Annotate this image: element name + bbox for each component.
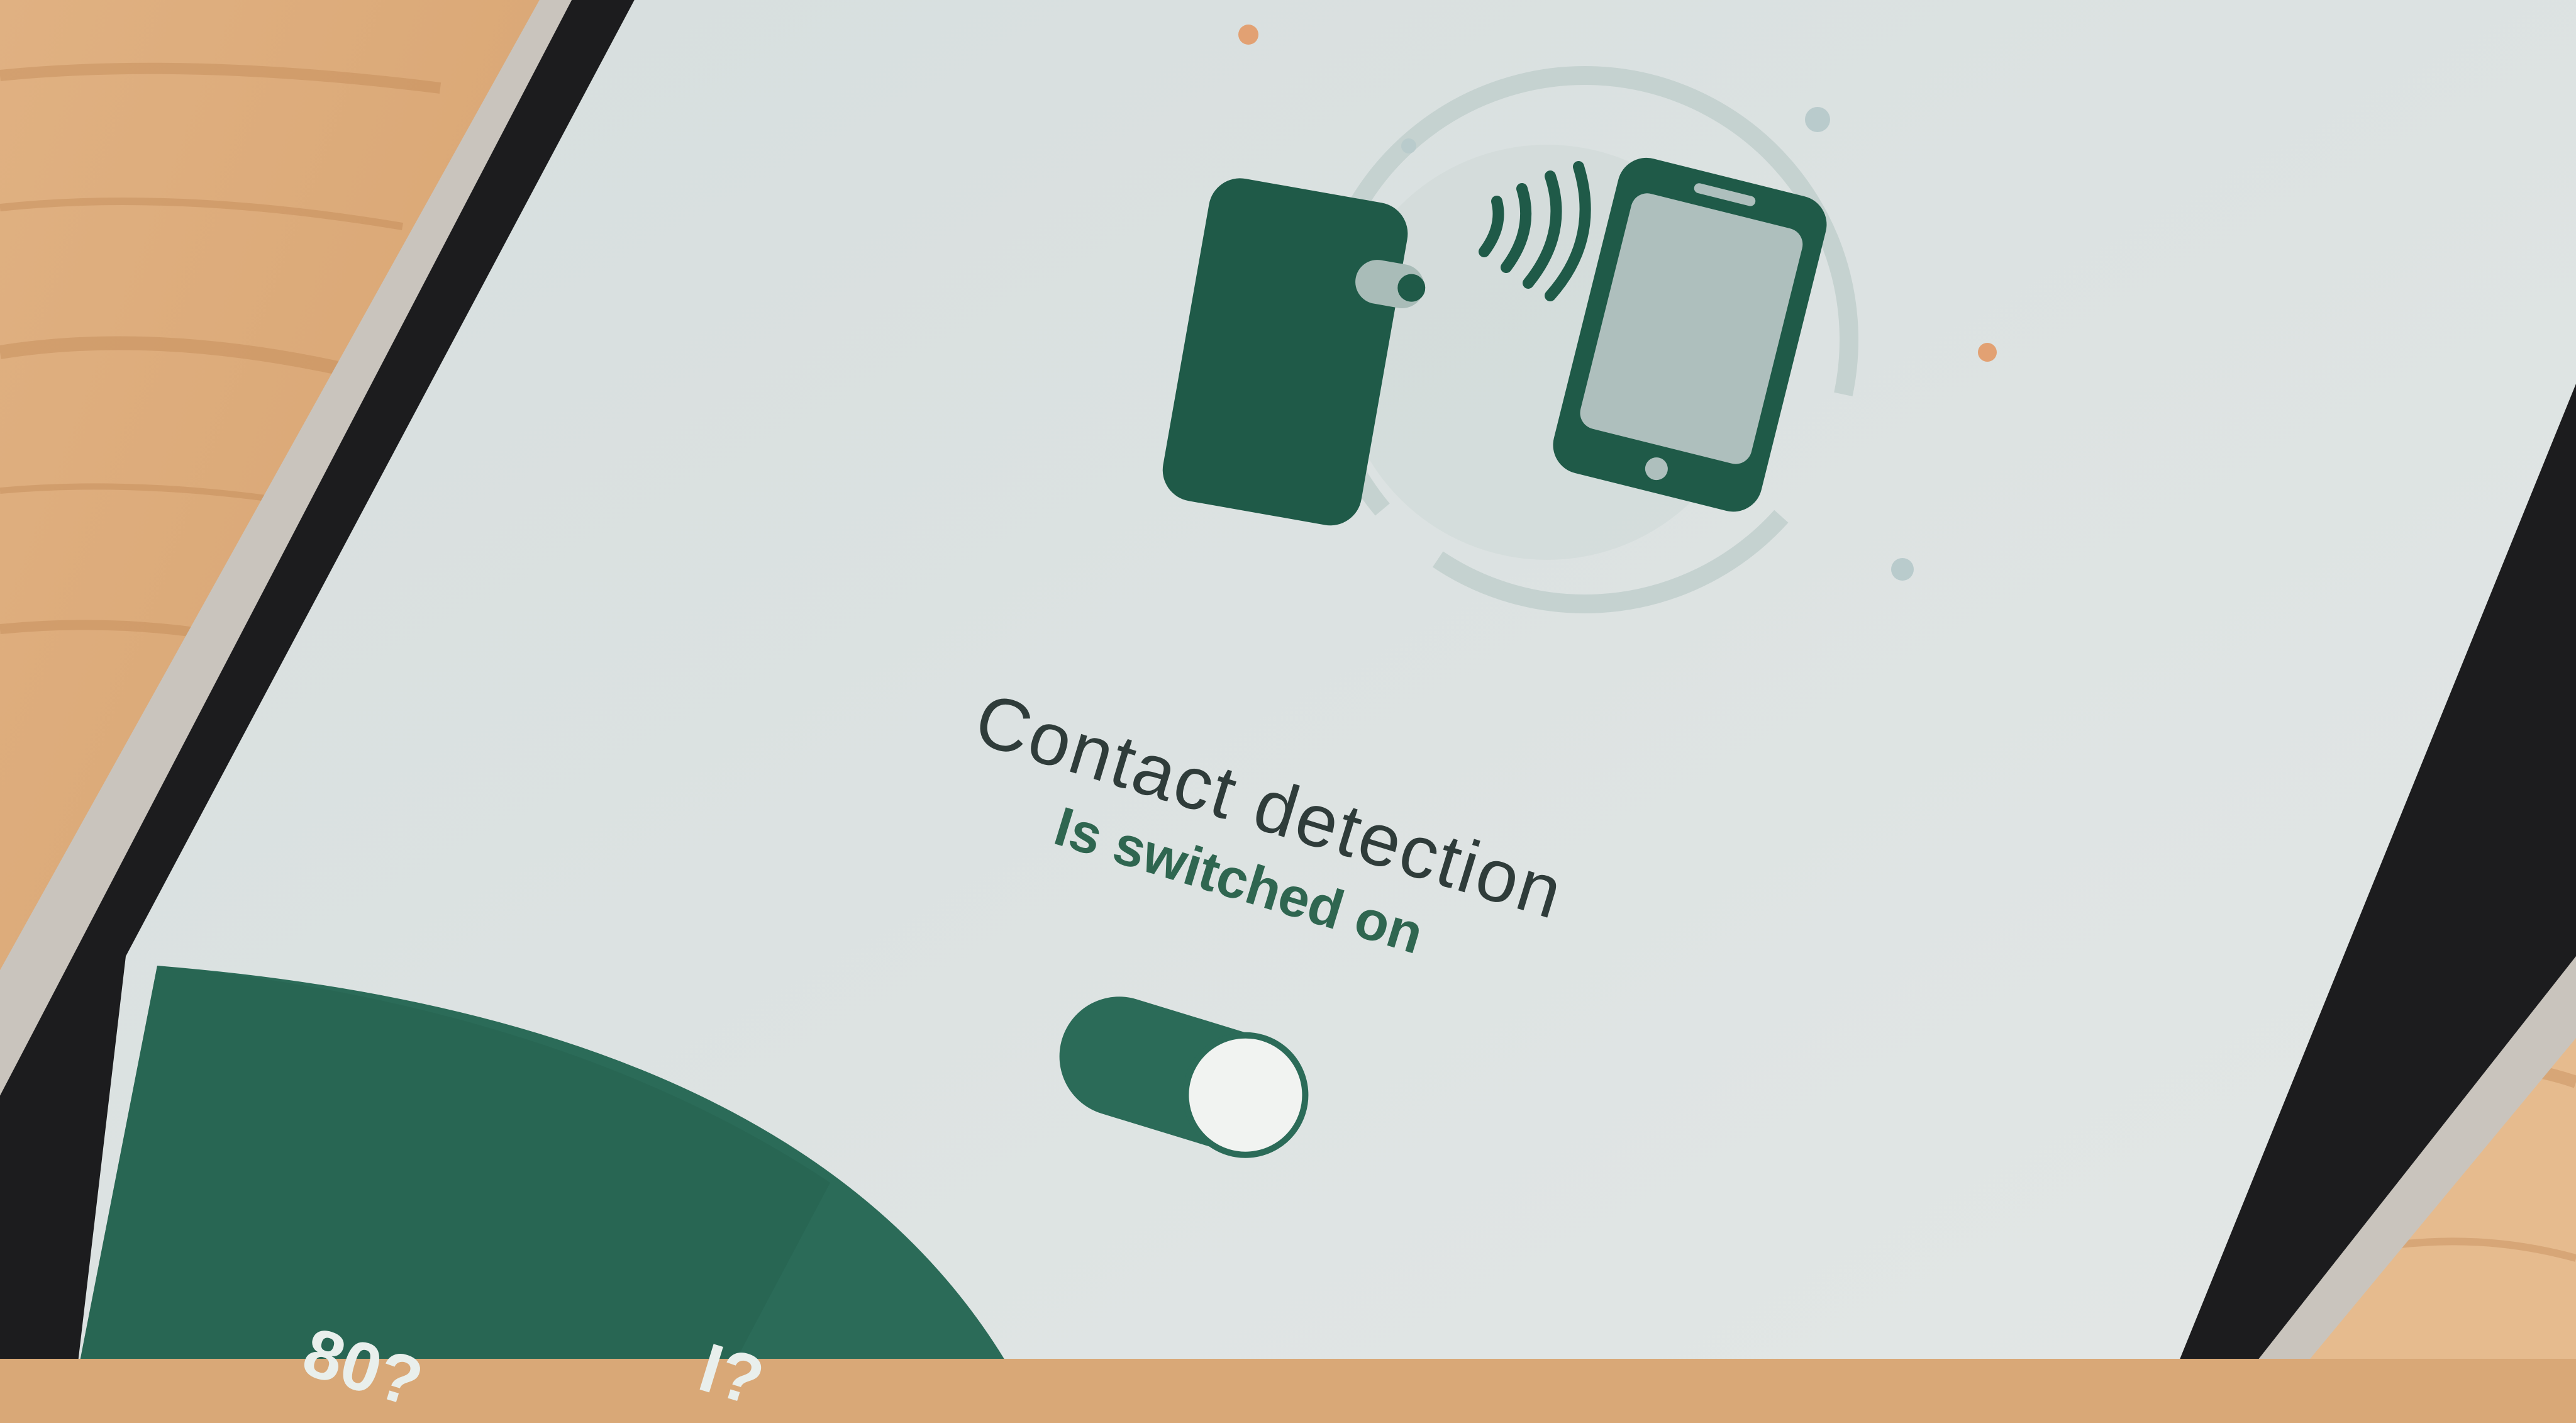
decor-dot bbox=[1238, 25, 1258, 45]
decor-dot bbox=[1401, 138, 1416, 153]
decor-dot bbox=[1891, 558, 1914, 581]
decor-dot bbox=[1805, 107, 1830, 132]
decor-dot bbox=[1978, 343, 1997, 362]
